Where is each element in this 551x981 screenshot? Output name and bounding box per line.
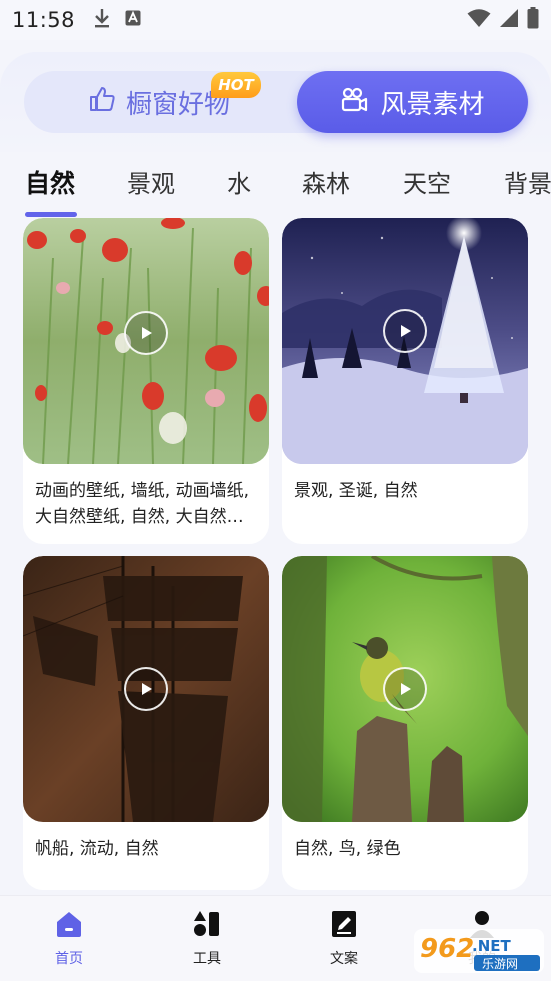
video-card[interactable]: 帆船, 流动, 自然 xyxy=(23,556,269,890)
nav-tools[interactable]: 工具 xyxy=(167,910,247,968)
nav-home-label: 首页 xyxy=(55,951,83,967)
watermark-subtitle: 乐游网 xyxy=(482,957,518,971)
hot-badge: HOT xyxy=(211,72,261,98)
nav-copywriting[interactable]: 文案 xyxy=(304,910,384,968)
tab-forest[interactable]: 森林 xyxy=(302,164,350,199)
play-icon xyxy=(142,327,152,339)
tab-sky[interactable]: 天空 xyxy=(403,164,451,199)
nav-home[interactable]: 首页 xyxy=(29,910,109,968)
play-button[interactable] xyxy=(383,309,427,353)
video-card[interactable]: 景观, 圣诞, 自然 xyxy=(282,218,528,544)
tools-icon xyxy=(193,910,221,942)
scenery-tab-label: 风景素材 xyxy=(380,89,485,120)
play-icon xyxy=(142,683,152,695)
status-time: 11:58 xyxy=(12,8,76,32)
download-icon xyxy=(93,8,111,32)
scenery-tab[interactable]: 风景素材 xyxy=(297,71,528,133)
video-card[interactable]: 自然, 鸟, 绿色 xyxy=(282,556,528,890)
category-tabs: 自然 景观 水 森林 天空 背景 xyxy=(0,160,551,216)
document-edit-icon xyxy=(330,910,358,942)
video-camera-icon xyxy=(340,85,368,120)
card-tags: 景观, 圣诞, 自然 xyxy=(294,481,418,501)
nav-tools-label: 工具 xyxy=(193,951,221,967)
thumbs-up-icon xyxy=(88,85,116,120)
site-watermark-logo: 962 .NET 乐游网 xyxy=(410,925,548,977)
battery-icon xyxy=(527,7,539,33)
status-bar: 11:58 xyxy=(0,0,551,40)
play-icon xyxy=(401,325,411,337)
video-card[interactable]: 动画的壁纸, 墙纸, 动画墙纸, 大自然壁纸, 自然, 大自然壁纸 xyxy=(23,218,269,544)
wifi-icon xyxy=(467,8,491,32)
card-tags: 帆船, 流动, 自然 xyxy=(35,839,159,859)
active-tab-indicator xyxy=(25,212,77,217)
home-icon xyxy=(54,910,84,942)
nav-copywriting-label: 文案 xyxy=(330,951,358,967)
tab-nature[interactable]: 自然 xyxy=(25,164,75,200)
font-a-icon xyxy=(125,10,141,30)
play-icon xyxy=(401,683,411,695)
watermark-number: 962 xyxy=(420,934,474,964)
card-tags: 自然, 鸟, 绿色 xyxy=(294,839,401,859)
watermark-suffix: .NET xyxy=(472,937,511,955)
play-button[interactable] xyxy=(383,667,427,711)
play-button[interactable] xyxy=(124,311,168,355)
tab-water[interactable]: 水 xyxy=(227,164,251,199)
signal-icon xyxy=(499,8,519,32)
tab-background[interactable]: 背景 xyxy=(504,164,551,199)
card-tags: 动画的壁纸, 墙纸, 动画墙纸, 大自然壁纸, 自然, 大自然壁纸 xyxy=(35,481,250,527)
play-button[interactable] xyxy=(124,667,168,711)
tab-landscape[interactable]: 景观 xyxy=(127,164,175,199)
